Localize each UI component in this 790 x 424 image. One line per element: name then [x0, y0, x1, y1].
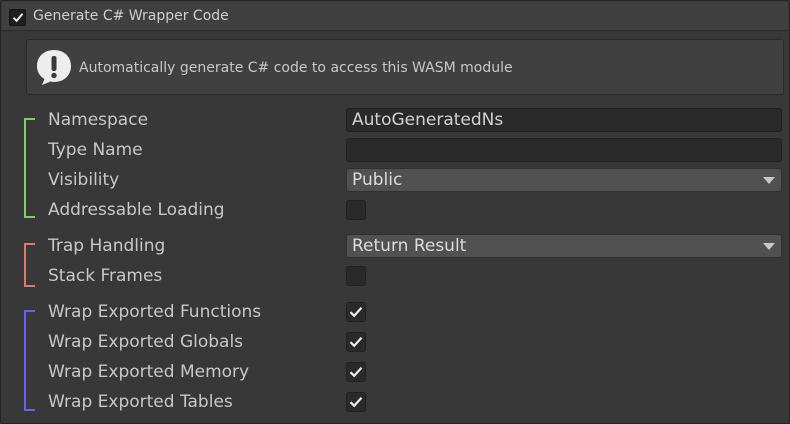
wrap-functions-label: Wrap Exported Functions [48, 302, 262, 322]
wrap-memory-checkbox[interactable] [346, 362, 366, 382]
trap-handling-label: Trap Handling [48, 236, 166, 256]
visibility-label: Visibility [48, 170, 120, 190]
wrap-globals-label: Wrap Exported Globals [48, 332, 244, 352]
checkmark-icon [349, 367, 363, 378]
exports-group-bracket [24, 310, 35, 411]
checkmark-icon [349, 337, 363, 348]
traps-group-bracket [24, 243, 35, 287]
namespace-label: Namespace [48, 110, 149, 130]
wrap-globals-checkbox[interactable] [346, 332, 366, 352]
namespace-value: AutoGeneratedNs [352, 110, 504, 130]
enable-checkbox[interactable] [9, 9, 26, 26]
help-box: Automatically generate C# code to access… [26, 39, 784, 95]
addressable-loading-checkbox[interactable] [346, 200, 366, 220]
naming-group-bracket [24, 118, 35, 218]
wrapper-settings-panel: Generate C# Wrapper Code Automatically g… [0, 0, 790, 424]
wrap-functions-checkbox[interactable] [346, 302, 366, 322]
wrap-tables-label: Wrap Exported Tables [48, 392, 233, 412]
stack-frames-checkbox[interactable] [346, 266, 366, 286]
stack-frames-label: Stack Frames [48, 266, 163, 286]
type-name-label: Type Name [48, 140, 143, 160]
dropdown-arrow-icon [763, 243, 775, 250]
checkmark-icon [349, 307, 363, 318]
addressable-loading-label: Addressable Loading [48, 200, 225, 220]
help-text: Automatically generate C# code to access… [79, 60, 513, 76]
trap-handling-value: Return Result [352, 236, 467, 256]
wrap-tables-checkbox[interactable] [346, 392, 366, 412]
dropdown-arrow-icon [763, 177, 775, 184]
section-header[interactable]: Generate C# Wrapper Code [2, 2, 788, 31]
visibility-value: Public [352, 170, 403, 190]
wrap-memory-label: Wrap Exported Memory [48, 362, 250, 382]
type-name-input[interactable] [346, 138, 782, 162]
visibility-dropdown[interactable]: Public [346, 168, 782, 192]
section-title: Generate C# Wrapper Code [33, 8, 229, 24]
namespace-input[interactable]: AutoGeneratedNs [346, 108, 782, 132]
info-exclamation-icon [37, 50, 71, 85]
trap-handling-dropdown[interactable]: Return Result [346, 234, 782, 258]
checkmark-icon [12, 13, 23, 23]
checkmark-icon [349, 397, 363, 408]
